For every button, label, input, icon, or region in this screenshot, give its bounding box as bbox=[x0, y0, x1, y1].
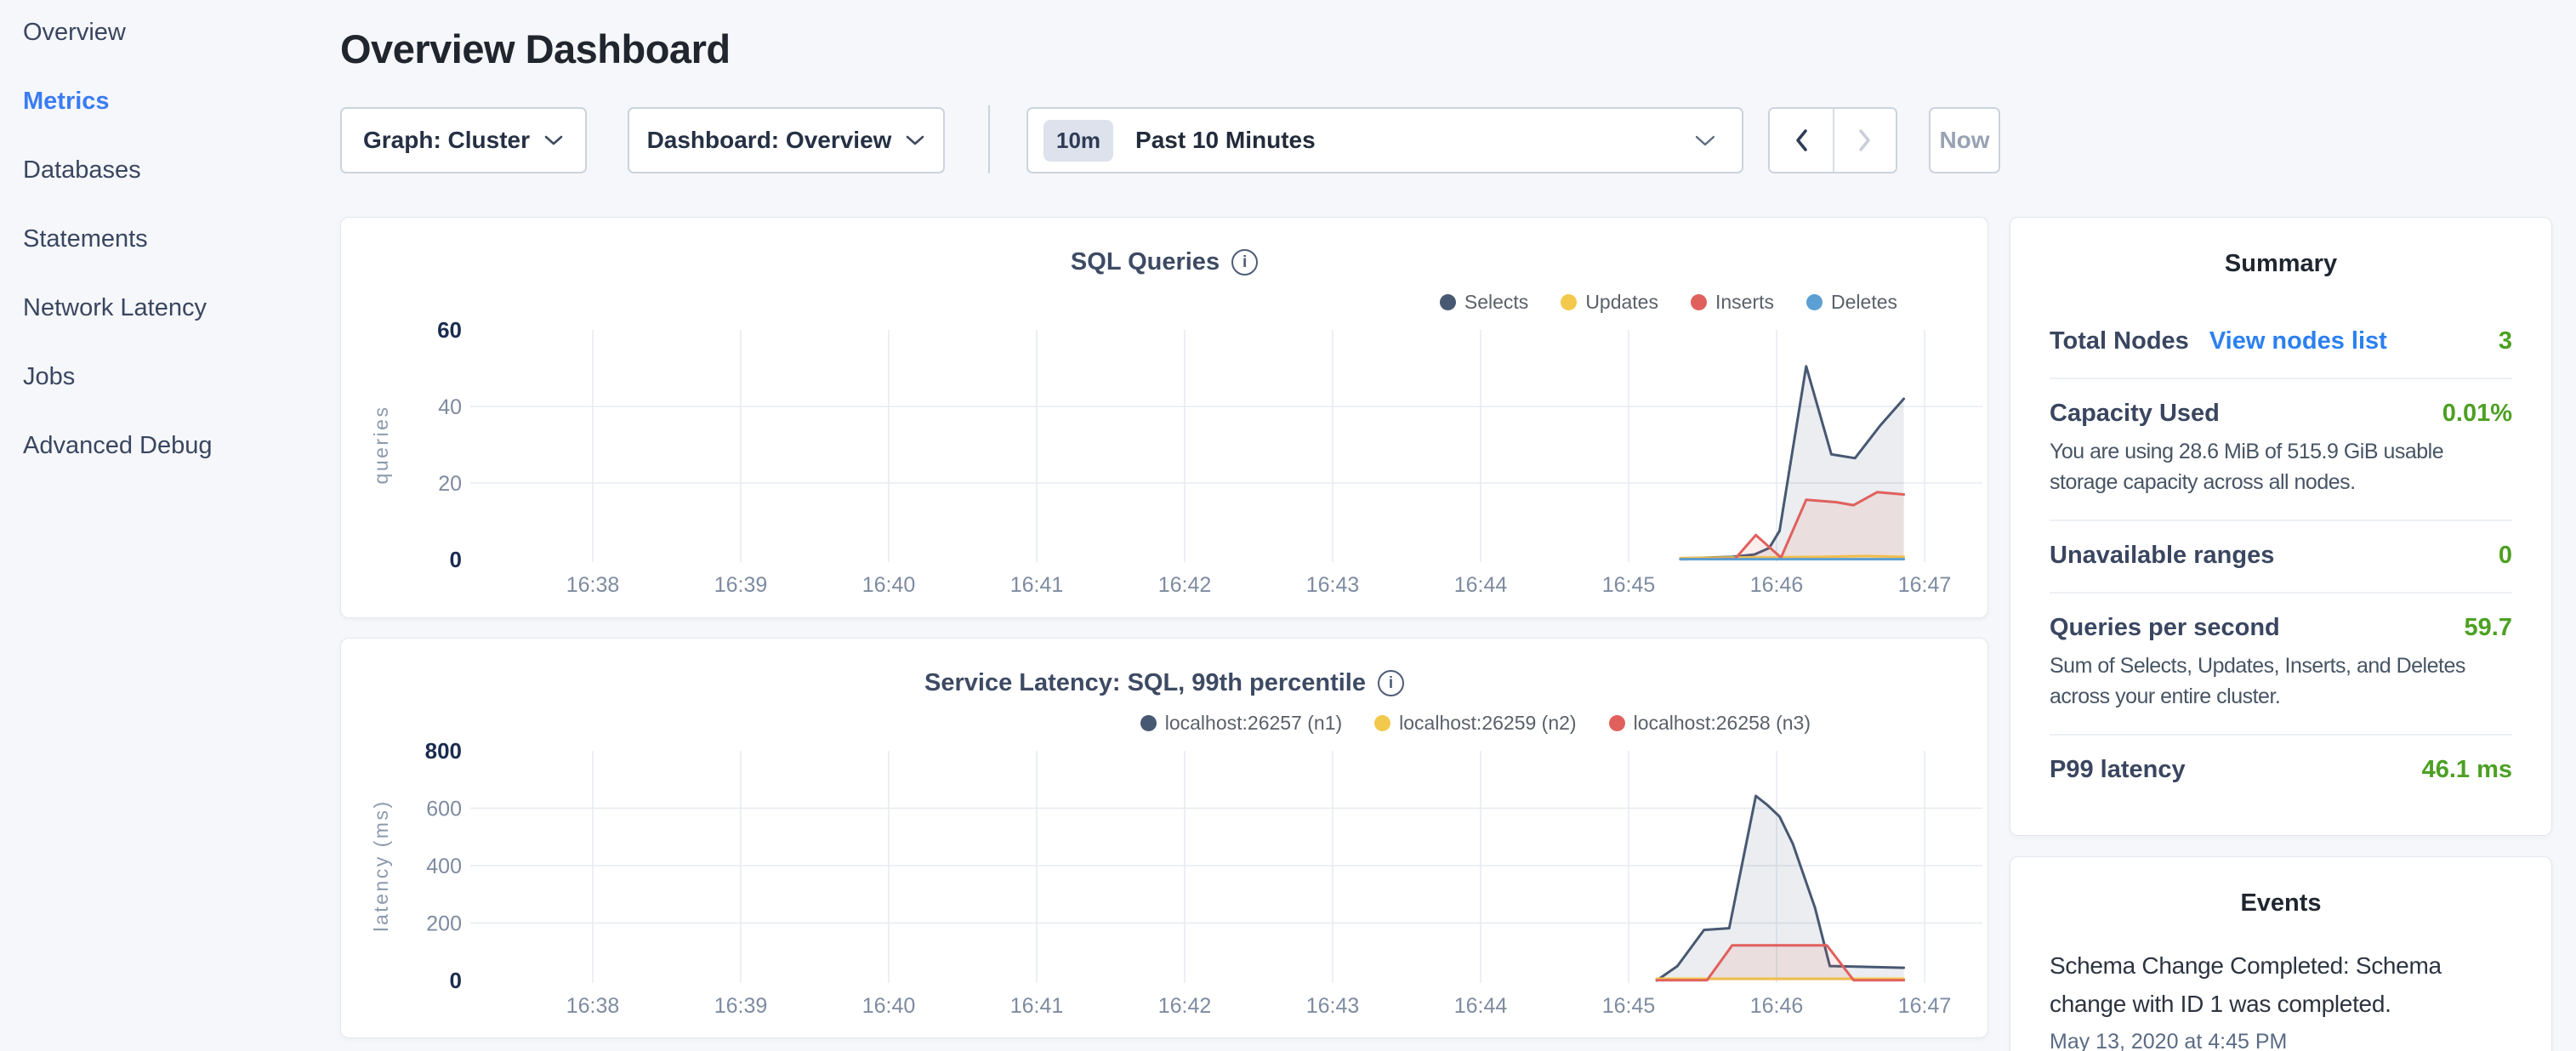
svg-text:40: 40 bbox=[438, 395, 462, 419]
svg-text:16:44: 16:44 bbox=[1454, 573, 1508, 597]
svg-text:16:44: 16:44 bbox=[1454, 994, 1508, 1018]
svg-text:16:45: 16:45 bbox=[1602, 994, 1656, 1018]
summary-row-unavailable-ranges: Unavailable ranges 0 bbox=[2050, 521, 2512, 594]
sidebar-item-metrics[interactable]: Metrics bbox=[0, 88, 340, 156]
time-pager bbox=[1768, 107, 1897, 173]
controls-divider bbox=[988, 105, 990, 173]
time-range-badge: 10m bbox=[1043, 120, 1113, 162]
dashboard-dropdown-label: Dashboard: Overview bbox=[647, 127, 892, 154]
svg-text:16:47: 16:47 bbox=[1898, 573, 1952, 597]
summary-row-queries-per-second: Queries per second 59.7 Sum of Selects, … bbox=[2050, 594, 2512, 736]
svg-text:16:38: 16:38 bbox=[566, 994, 620, 1018]
now-button[interactable]: Now bbox=[1929, 107, 2000, 173]
svg-text:16:42: 16:42 bbox=[1158, 994, 1212, 1018]
svg-text:16:38: 16:38 bbox=[566, 573, 620, 597]
svg-text:16:46: 16:46 bbox=[1750, 994, 1804, 1018]
summary-row-capacity-used: Capacity Used 0.01% You are using 28.6 M… bbox=[2050, 379, 2512, 521]
time-range-selector[interactable]: 10m Past 10 Minutes bbox=[1026, 107, 1743, 173]
sql-queries-chart-card: SQL Queries SelectsUpdatesInsertsDeletes… bbox=[340, 217, 1988, 618]
summary-value: 59.7 bbox=[2465, 614, 2512, 642]
summary-label: Unavailable ranges bbox=[2050, 542, 2274, 570]
event-message: Schema Change Completed: Schema change w… bbox=[2050, 946, 2458, 1023]
svg-text:600: 600 bbox=[426, 798, 462, 821]
graph-dropdown-label: Graph: Cluster bbox=[363, 127, 530, 154]
overview-dashboard-page: OverviewMetricsDatabasesStatementsNetwor… bbox=[0, 0, 2576, 1051]
time-range-label: Past 10 Minutes bbox=[1135, 127, 1316, 154]
sidebar-item-network-latency[interactable]: Network Latency bbox=[0, 294, 340, 363]
prev-time-button[interactable] bbox=[1770, 109, 1833, 172]
summary-label: Queries per second bbox=[2050, 614, 2280, 642]
svg-text:16:43: 16:43 bbox=[1306, 994, 1360, 1018]
events-panel: Events Schema Change Completed: Schema c… bbox=[2010, 856, 2552, 1051]
sidebar-item-jobs[interactable]: Jobs bbox=[0, 363, 340, 432]
sidebar-item-statements[interactable]: Statements bbox=[0, 225, 340, 294]
event-item[interactable]: Schema Change Completed: Schema change w… bbox=[2050, 946, 2512, 1051]
summary-description: Sum of Selects, Updates, Inserts, and De… bbox=[2050, 650, 2512, 712]
next-time-button[interactable] bbox=[1833, 109, 1896, 172]
summary-label: Total Nodes bbox=[2050, 327, 2189, 355]
sidebar-item-databases[interactable]: Databases bbox=[0, 156, 340, 225]
summary-description: You are using 28.6 MiB of 515.9 GiB usab… bbox=[2050, 436, 2512, 497]
svg-text:16:46: 16:46 bbox=[1750, 573, 1804, 597]
event-timestamp: May 13, 2020 at 4:45 PM bbox=[2050, 1030, 2512, 1051]
summary-value: 0.01% bbox=[2442, 400, 2512, 428]
summary-value: 0 bbox=[2499, 542, 2512, 570]
chevron-down-icon bbox=[543, 134, 564, 146]
summary-row-total-nodes: Total Nodes View nodes list 3 bbox=[2050, 278, 2512, 379]
svg-text:16:40: 16:40 bbox=[862, 573, 916, 597]
summary-value: 3 bbox=[2499, 327, 2512, 355]
service-latency-chart-card: Service Latency: SQL, 99th percentile lo… bbox=[340, 638, 1988, 1038]
svg-text:60: 60 bbox=[437, 317, 462, 343]
svg-text:16:45: 16:45 bbox=[1602, 573, 1656, 597]
svg-text:16:41: 16:41 bbox=[1010, 994, 1064, 1018]
sql-queries-plot[interactable]: 16:38 16:39 16:40 16:41 16:42 16:43 16:44 16:45… bbox=[341, 218, 1987, 617]
svg-text:16:43: 16:43 bbox=[1306, 573, 1360, 597]
chevron-down-icon bbox=[1694, 134, 1716, 147]
svg-text:16:39: 16:39 bbox=[714, 994, 768, 1018]
dashboard-dropdown[interactable]: Dashboard: Overview bbox=[628, 107, 945, 173]
summary-row-p99-latency: P99 latency 46.1 ms bbox=[2050, 736, 2512, 806]
chevron-down-icon bbox=[905, 134, 925, 146]
svg-text:200: 200 bbox=[426, 912, 462, 936]
summary-label: P99 latency bbox=[2050, 756, 2186, 784]
summary-value: 46.1 ms bbox=[2422, 756, 2512, 784]
service-latency-plot[interactable]: 16:38 16:39 16:40 16:41 16:42 16:43 16:44 16:45… bbox=[341, 639, 1987, 1037]
svg-text:20: 20 bbox=[438, 472, 462, 496]
summary-panel: Summary Total Nodes View nodes list 3 Ca… bbox=[2010, 217, 2552, 836]
page-title: Overview Dashboard bbox=[340, 26, 731, 72]
svg-text:0: 0 bbox=[450, 547, 462, 572]
view-nodes-list-link[interactable]: View nodes list bbox=[2209, 327, 2387, 355]
chevron-right-icon bbox=[1857, 128, 1874, 153]
svg-text:16:39: 16:39 bbox=[714, 573, 768, 597]
sidebar-item-advanced-debug[interactable]: Advanced Debug bbox=[0, 432, 340, 501]
summary-title: Summary bbox=[2050, 250, 2512, 278]
dashboard-controls: Graph: Cluster Dashboard: Overview 10m P… bbox=[340, 107, 2041, 173]
sidebar-item-overview[interactable]: Overview bbox=[0, 19, 340, 88]
graph-dropdown[interactable]: Graph: Cluster bbox=[340, 107, 587, 173]
svg-text:16:47: 16:47 bbox=[1898, 994, 1952, 1018]
events-title: Events bbox=[2050, 889, 2512, 917]
svg-text:16:42: 16:42 bbox=[1158, 573, 1212, 597]
svg-text:0: 0 bbox=[450, 968, 462, 993]
sidebar-nav: OverviewMetricsDatabasesStatementsNetwor… bbox=[0, 0, 340, 1051]
summary-label: Capacity Used bbox=[2050, 400, 2220, 428]
svg-text:16:41: 16:41 bbox=[1010, 573, 1064, 597]
svg-text:400: 400 bbox=[426, 855, 462, 878]
svg-text:queries: queries bbox=[370, 406, 392, 485]
chevron-left-icon bbox=[1793, 128, 1810, 153]
svg-text:16:40: 16:40 bbox=[862, 994, 916, 1018]
svg-text:latency (ms): latency (ms) bbox=[370, 799, 392, 931]
svg-text:800: 800 bbox=[425, 738, 462, 764]
